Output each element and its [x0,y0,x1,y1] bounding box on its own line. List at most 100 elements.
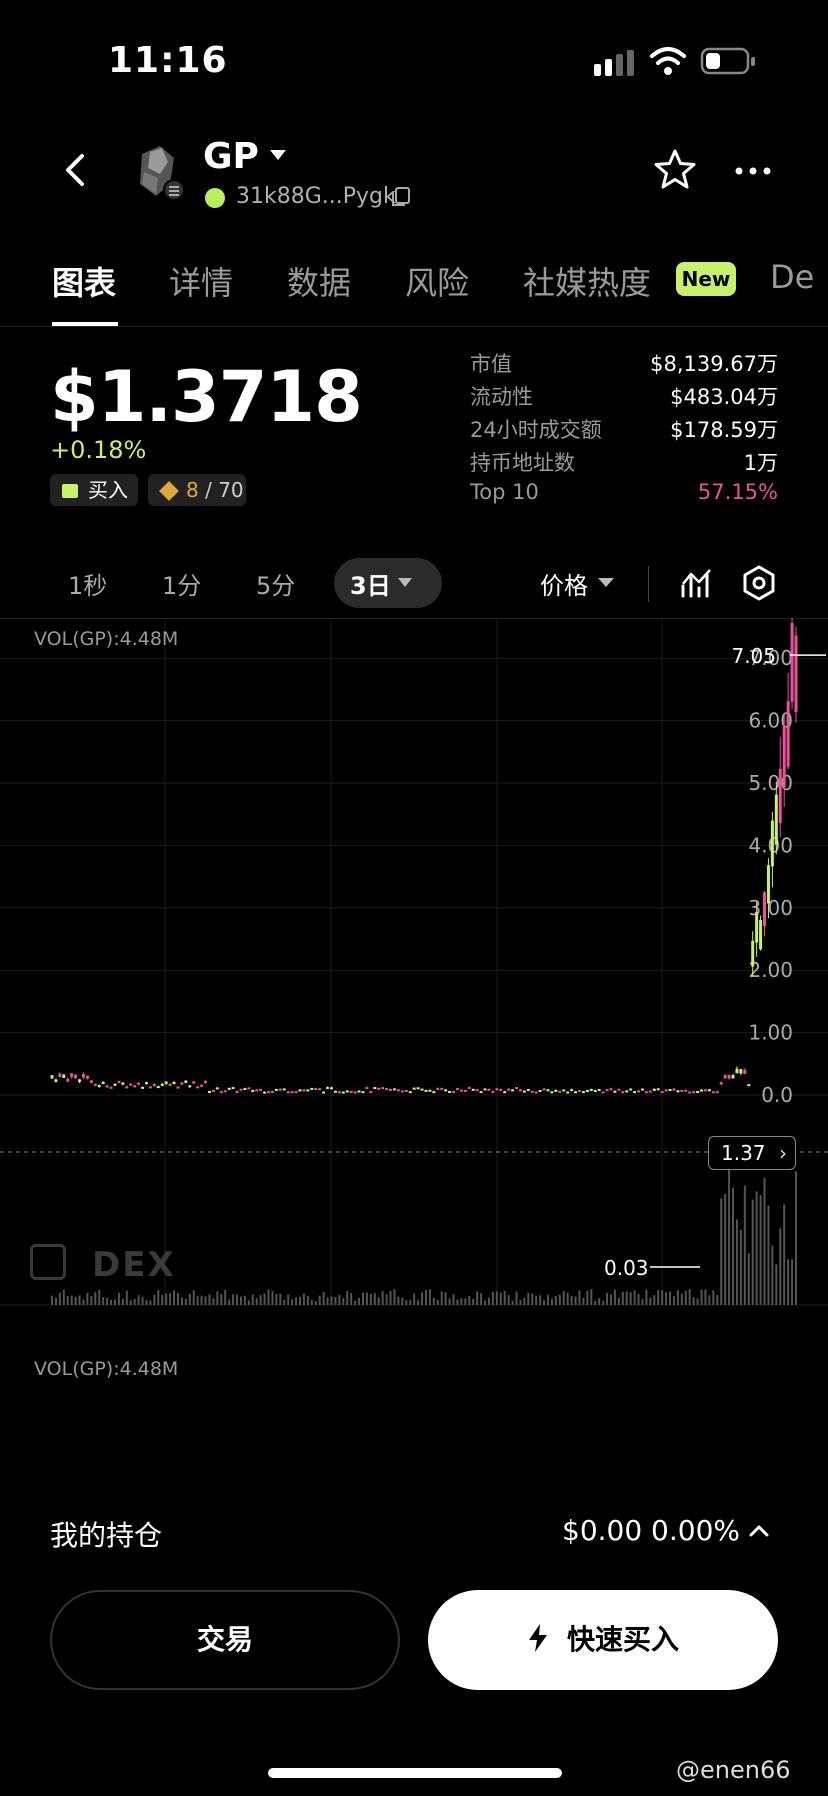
candle-body [141,1086,145,1089]
candle-body [306,1089,310,1092]
candle-body [255,1089,259,1092]
candle-body [660,1091,664,1094]
candle-body [727,1075,731,1079]
volume-bar [330,1296,333,1305]
stat-value: $483.04万 [670,385,778,409]
volume-label: VOL(GP):4.48M [34,628,179,650]
volume-bar [401,1297,404,1305]
buy-chip-label: 买入 [88,478,128,502]
back-icon[interactable] [60,150,90,190]
chevron-up-icon[interactable] [748,1524,770,1538]
candle-body [54,1079,58,1082]
candle-body [786,701,790,767]
volume-bar [543,1300,546,1305]
tab-dex[interactable]: De [770,258,814,296]
star-icon[interactable] [654,148,696,190]
volume-bar [161,1295,164,1305]
volume-bar [558,1294,561,1305]
candle-body [247,1087,251,1090]
contract-address: 31k88G...Pygk [236,184,396,209]
candle-body [436,1087,440,1090]
candle-body [613,1090,617,1093]
candle-body [365,1087,369,1090]
interval-5m[interactable]: 5分 [256,566,295,601]
candle-body [385,1088,389,1091]
price-change: +0.18% [50,436,147,464]
home-indicator [268,1768,562,1778]
volume-bar [503,1291,506,1305]
stat-value: $178.59万 [670,418,778,442]
interval-1m[interactable]: 1分 [162,566,201,601]
candle-body [511,1089,515,1092]
candle-body [794,635,798,713]
volume-bar [751,1199,754,1305]
volume-bar [204,1296,207,1305]
candle-body [711,1091,715,1094]
quick-buy-button[interactable]: 快速买入 [428,1590,778,1690]
candle-body [581,1091,585,1094]
candle-body [412,1087,416,1090]
volume-bar [141,1296,144,1305]
tab-data[interactable]: 数据 [287,258,351,304]
volume-bar [653,1295,656,1305]
interval-1s[interactable]: 1秒 [68,566,107,601]
low-label: 0.03 [604,1256,649,1280]
price-chart[interactable]: 7.006.005.004.003.002.001.000.02023/12/0… [0,618,828,1308]
status-time: 11:16 [108,40,228,81]
volume-bar [602,1300,605,1305]
volume-bar [739,1229,742,1305]
volume-bar [216,1291,219,1305]
volume-bar [173,1290,176,1305]
candle-body [231,1087,235,1090]
volume-bar [58,1292,61,1305]
candle-body [223,1090,227,1093]
candle-body [144,1082,148,1085]
quick-buy-label: 快速买入 [566,1623,679,1656]
volume-bar [582,1297,585,1305]
y-tick-label: 6.00 [748,709,793,733]
volume-bar [342,1298,345,1305]
tab-chart[interactable]: 图表 [52,258,116,304]
volume-bar [90,1295,93,1305]
candle-body [597,1089,601,1092]
candle-body [259,1088,263,1091]
volume-bar [259,1295,262,1305]
volume-bar [267,1289,270,1305]
tab-social[interactable]: 社媒热度 [523,258,651,304]
candle-body [97,1085,101,1088]
token-name[interactable]: GP [203,136,259,177]
candle-body [755,912,759,943]
score-chip[interactable]: 8 / 70 [148,474,246,506]
candle-body [180,1082,184,1085]
candle-body [648,1090,652,1093]
volume-bar [291,1299,294,1305]
copy-icon[interactable] [390,186,412,208]
chevron-down-icon[interactable] [270,150,286,160]
volume-bar [491,1291,494,1305]
tab-risk[interactable]: 风险 [405,258,469,304]
price-type-dropdown[interactable]: 价格 [540,566,588,601]
volume-bar [645,1289,648,1305]
volume-bar [775,1264,778,1305]
volume-bar [676,1290,679,1305]
candle-body [50,1075,54,1079]
tab-details[interactable]: 详情 [169,258,233,304]
candle-body [479,1091,483,1094]
candle-body [652,1088,656,1091]
candle-body [534,1091,538,1094]
settings-icon[interactable] [740,564,778,602]
volume-bar [428,1289,431,1305]
buy-chip[interactable]: 买入 [50,474,138,506]
candle-body [522,1090,526,1093]
chevron-down-icon [598,578,614,587]
indicator-icon[interactable] [680,566,714,602]
candle-body [672,1088,676,1091]
volume-bar [125,1290,128,1305]
candle-body [515,1087,519,1090]
score-value: 8 [186,478,199,502]
trade-button[interactable]: 交易 [50,1590,400,1690]
candle-body [735,1068,739,1074]
volume-bar [251,1294,254,1305]
more-icon[interactable] [734,166,772,176]
current-price-marker[interactable]: 1.37 › [708,1136,796,1170]
